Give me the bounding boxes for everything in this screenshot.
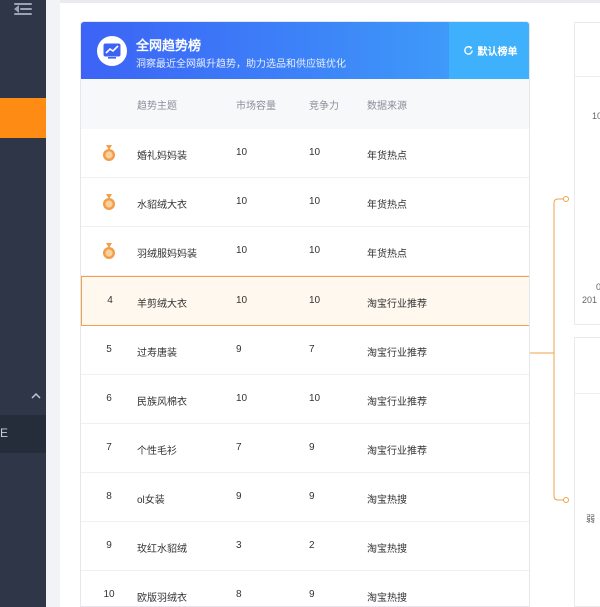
row-competition: 10 — [309, 295, 321, 306]
row-topic: 民族风棉衣 — [137, 397, 187, 408]
row-source: 淘宝行业推荐 — [367, 446, 427, 457]
row-topic: 个性毛衫 — [137, 446, 177, 457]
connector-bracket — [530, 196, 569, 503]
row-source: 年货热点 — [367, 151, 407, 162]
row-source: 淘宝热搜 — [367, 495, 407, 506]
row-competition: 2 — [309, 540, 315, 551]
table-row[interactable]: 羽绒服妈妈装 10 10 年货热点 — [81, 227, 529, 276]
row-competition: 10 — [309, 393, 321, 404]
row-topic: 婚礼妈妈装 — [137, 151, 187, 162]
card-header: 全网趋势榜 洞察最近全网飙升趋势，助力选品和供应链优化 默认榜单 — [81, 22, 529, 79]
row-topic: 羽绒服妈妈装 — [137, 249, 197, 260]
top-divider — [60, 0, 600, 3]
row-topic: ol女装 — [137, 495, 165, 506]
right-chart-panel-header — [575, 23, 600, 77]
axis-year-label: 201 — [582, 295, 598, 305]
default-ranking-label: 默认榜单 — [477, 47, 518, 58]
trend-ranking-card: 全网趋势榜 洞察最近全网飙升趋势，助力选品和供应链优化 默认榜单 趋势主题 市场… — [80, 21, 530, 607]
axis-top-label: 10 — [592, 111, 600, 121]
col-topic: 趋势主题 — [137, 101, 177, 112]
row-rank: 9 — [106, 540, 112, 551]
menu-fold-icon[interactable] — [14, 2, 32, 16]
col-source: 数据来源 — [367, 101, 407, 112]
col-capacity: 市场容量 — [236, 101, 276, 112]
row-capacity: 10 — [236, 393, 248, 404]
refresh-icon — [463, 45, 473, 55]
table-row[interactable]: 8 ol女装 9 9 淘宝热搜 — [81, 473, 529, 522]
app-root: E 全网趋势榜 洞察最近全网飙升趋势，助力选品和供应链优化 默认榜单 趋势主题 … — [0, 0, 600, 607]
weak-label: 弱 — [586, 514, 596, 524]
table-row[interactable]: 5 过寿唐装 9 7 淘宝行业推荐 — [81, 326, 529, 375]
row-topic: 玫红水貂绒 — [137, 544, 187, 555]
row-topic: 欧版羽绒衣 — [137, 593, 187, 604]
col-competition: 竞争力 — [309, 101, 339, 112]
row-rank: 10 — [103, 589, 115, 600]
table-row[interactable]: 水貂绒大衣 10 10 年货热点 — [81, 178, 529, 227]
row-capacity: 10 — [236, 147, 248, 158]
row-competition: 9 — [309, 442, 315, 453]
row-competition: 9 — [309, 589, 315, 600]
right-chart-panel: 10 0 201 — [574, 22, 600, 325]
row-capacity: 7 — [236, 442, 242, 453]
row-competition: 10 — [309, 196, 321, 207]
row-capacity: 9 — [236, 491, 242, 502]
sidebar-sub-item[interactable]: E — [0, 415, 46, 453]
row-capacity: 10 — [236, 245, 248, 256]
row-capacity: 10 — [236, 196, 248, 207]
row-rank: 4 — [107, 295, 113, 306]
row-rank: 7 — [106, 442, 112, 453]
row-rank: 6 — [106, 393, 112, 404]
row-competition: 10 — [309, 147, 321, 158]
row-source: 淘宝行业推荐 — [367, 397, 427, 408]
row-rank: 8 — [106, 491, 112, 502]
row-rank: 5 — [106, 344, 112, 355]
default-ranking-button[interactable]: 默认榜单 — [449, 22, 529, 79]
row-topic: 羊剪绒大衣 — [137, 299, 187, 310]
card-subtitle: 洞察最近全网飙升趋势，助力选品和供应链优化 — [136, 59, 346, 70]
table-row[interactable]: 10 欧版羽绒衣 8 9 淘宝热搜 — [81, 571, 529, 606]
row-source: 淘宝行业推荐 — [367, 299, 427, 310]
trend-chart-icon — [97, 36, 127, 66]
row-source: 年货热点 — [367, 200, 407, 211]
row-source: 淘宝行业推荐 — [367, 348, 427, 359]
table-row[interactable]: 9 玫红水貂绒 3 2 淘宝热搜 — [81, 522, 529, 571]
right-info-panel-header — [575, 338, 600, 394]
chevron-up-icon[interactable] — [30, 389, 42, 401]
row-competition: 9 — [309, 491, 315, 502]
card-title: 全网趋势榜 — [136, 38, 202, 53]
table-row[interactable]: 6 民族风棉衣 10 10 淘宝行业推荐 — [81, 375, 529, 424]
sidebar-item-active[interactable] — [0, 98, 46, 138]
medal-icon — [103, 243, 115, 259]
row-topic: 过寿唐装 — [137, 348, 177, 359]
row-source: 淘宝热搜 — [367, 593, 407, 604]
row-capacity: 3 — [236, 540, 242, 551]
axis-zero-label: 0 — [596, 282, 600, 292]
sidebar: E — [0, 0, 46, 607]
row-capacity: 8 — [236, 589, 242, 600]
row-source: 淘宝热搜 — [367, 544, 407, 555]
row-source: 年货热点 — [367, 249, 407, 260]
row-competition: 10 — [309, 245, 321, 256]
table-row[interactable]: 7 个性毛衫 7 9 淘宝行业推荐 — [81, 424, 529, 473]
row-capacity: 10 — [236, 295, 248, 306]
medal-icon — [103, 145, 115, 161]
table-row[interactable]: 婚礼妈妈装 10 10 年货热点 — [81, 129, 529, 178]
right-info-panel: 弱 — [574, 337, 600, 607]
row-topic: 水貂绒大衣 — [137, 200, 187, 211]
table-header: 趋势主题 市场容量 竞争力 数据来源 — [81, 79, 529, 129]
row-competition: 7 — [309, 344, 315, 355]
medal-icon — [103, 194, 115, 210]
row-capacity: 9 — [236, 344, 242, 355]
table-row-selected[interactable]: 4 羊剪绒大衣 10 10 淘宝行业推荐 — [81, 276, 529, 326]
sidebar-sub-item-label: E — [0, 426, 9, 440]
